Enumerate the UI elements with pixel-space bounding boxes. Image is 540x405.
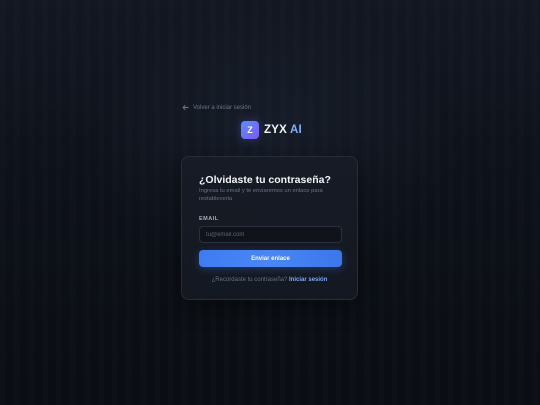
back-to-login-link[interactable]: Volver a iniciar sesión (182, 102, 251, 113)
footer-text: ¿Recordaste tu contraseña? (211, 277, 288, 283)
page-title: ¿Olvidaste tu contraseña? (199, 174, 331, 186)
brand-name: ZYX AI (264, 124, 302, 136)
brand-name-main: ZYX (264, 124, 287, 136)
page-subtitle: Ingresa tu email y te enviaremos un enla… (199, 188, 323, 202)
forgot-password-card: ¿Olvidaste tu contraseña? Ingresa tu ema… (181, 156, 358, 300)
brand-name-accent: AI (289, 124, 302, 136)
footer-prompt: ¿Recordaste tu contraseña? Iniciar sesió… (182, 277, 357, 283)
email-label: EMAIL (199, 216, 219, 222)
brand: Z ZYX AI (241, 121, 302, 139)
arrow-left-icon (182, 104, 189, 111)
logo-icon: Z (241, 121, 259, 139)
login-link[interactable]: Iniciar sesión (289, 277, 327, 283)
back-link-label: Volver a iniciar sesión (193, 104, 252, 111)
email-field[interactable] (199, 226, 342, 243)
send-link-button[interactable]: Enviar enlace (199, 250, 342, 267)
